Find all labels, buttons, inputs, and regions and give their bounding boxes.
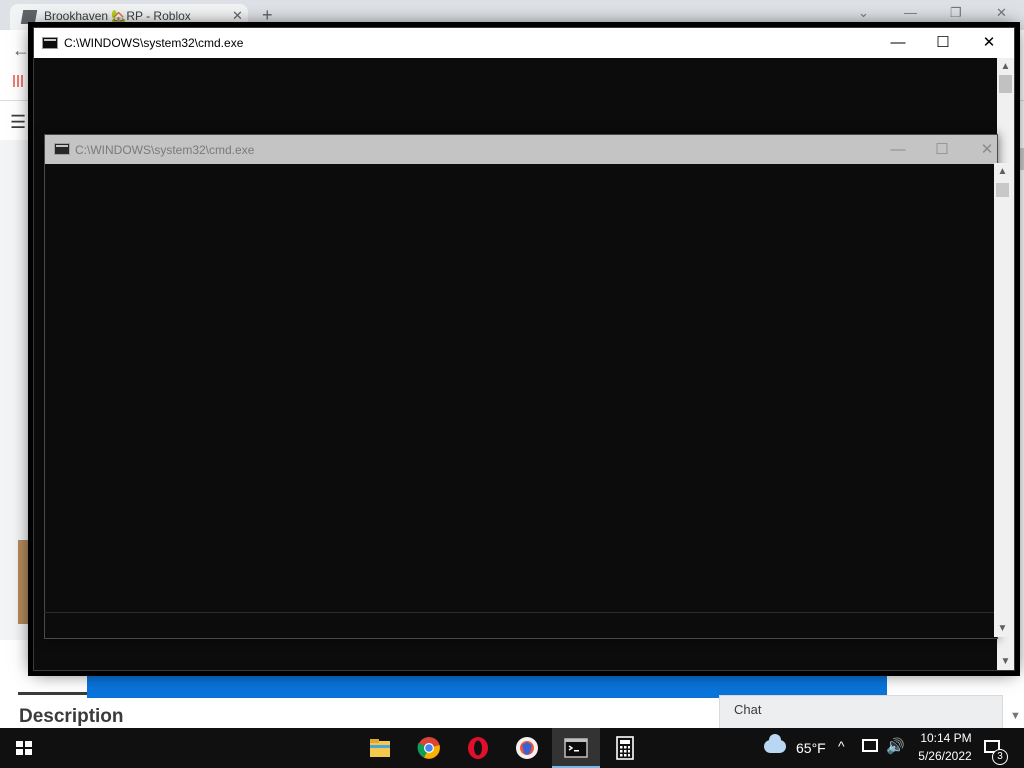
tab-close-icon[interactable]: ✕ (232, 8, 243, 24)
page-scroll-down-icon[interactable]: ▼ (1010, 710, 1021, 722)
taskbar-chrome[interactable] (405, 728, 453, 768)
game-thumbnail-edge (18, 540, 32, 624)
back-arrow-icon[interactable]: ← (12, 40, 30, 61)
clock-time[interactable]: 10:14 PM (916, 731, 976, 745)
volume-icon[interactable]: 🔊 (886, 737, 905, 755)
cmd-titlebar-inactive[interactable]: C:\WINDOWS\system32\cmd.exe — ☐ ✕ (45, 135, 997, 164)
maximize-button[interactable]: ☐ (920, 28, 966, 58)
chrome-icon (417, 737, 440, 759)
browser-minimize-button[interactable]: — (904, 5, 917, 20)
minimize-button-inactive[interactable]: — (875, 135, 921, 164)
weather-temperature[interactable]: 65°F (796, 740, 826, 756)
section-divider (18, 692, 98, 695)
start-button[interactable] (0, 728, 48, 768)
opera-icon (468, 737, 488, 759)
chat-bar[interactable]: Chat (719, 695, 1003, 729)
cmd-window-title: C:\WINDOWS\system32\cmd.exe (64, 36, 244, 50)
minimize-button[interactable]: — (875, 28, 921, 58)
chat-label: Chat (734, 702, 762, 717)
taskbar-calculator[interactable] (601, 728, 649, 768)
scroll-thumb[interactable] (996, 183, 1009, 197)
scroll-thumb[interactable] (999, 75, 1012, 93)
browser-dropdown-icon[interactable]: ⌄ (858, 5, 869, 21)
clock-date[interactable]: 5/26/2022 (912, 749, 978, 763)
description-heading: Description (19, 706, 124, 727)
scroll-up-arrow-icon[interactable]: ▲ (994, 163, 1011, 180)
scroll-up-arrow-icon[interactable]: ▲ (997, 58, 1014, 75)
weather-cloud-icon[interactable] (764, 734, 786, 753)
taskbar-brave[interactable] (503, 728, 551, 768)
close-button-inactive[interactable]: ✕ (964, 135, 1010, 164)
cmd-window-title-inactive: C:\WINDOWS\system32\cmd.exe (75, 143, 255, 157)
roblox-favicon-icon (20, 10, 38, 24)
taskbar-opera[interactable] (454, 728, 502, 768)
brave-icon (516, 737, 538, 759)
taskbar-cmd[interactable] (552, 728, 600, 768)
taskbar-file-explorer[interactable] (356, 728, 404, 768)
hamburger-menu-icon[interactable]: ☰ (10, 112, 26, 133)
apps-grid-icon[interactable] (13, 75, 23, 87)
browser-tab-title: Brookhaven 🏡RP - Roblox (44, 9, 191, 23)
notification-count-badge: 3 (992, 749, 1008, 765)
browser-close-button[interactable]: ✕ (996, 5, 1007, 21)
new-tab-button[interactable]: + (262, 5, 273, 26)
file-explorer-icon (370, 739, 390, 757)
maximize-button-inactive[interactable]: ☐ (919, 135, 965, 164)
cmd-titlebar[interactable]: C:\WINDOWS\system32\cmd.exe — ☐ ✕ (34, 28, 1014, 58)
show-hidden-icons-chevron-icon[interactable]: ^ (838, 738, 845, 754)
browser-restore-button[interactable]: ❐ (950, 5, 962, 21)
calculator-icon (616, 736, 634, 760)
cmd-icon (564, 738, 588, 758)
cmd-app-icon (54, 143, 70, 155)
close-button[interactable]: ✕ (966, 28, 1012, 58)
scroll-down-arrow-icon[interactable]: ▼ (997, 653, 1014, 670)
cmd-app-icon (42, 37, 58, 49)
cmd-window-inactive[interactable]: C:\WINDOWS\system32\cmd.exe — ☐ ✕ (44, 134, 998, 639)
windows-logo-icon (16, 741, 32, 755)
scroll-down-arrow-icon[interactable]: ▼ (994, 620, 1011, 637)
console-divider (44, 612, 994, 613)
network-icon[interactable] (862, 739, 878, 752)
vertical-scrollbar-inactive[interactable]: ▲ ▼ (994, 163, 1011, 637)
